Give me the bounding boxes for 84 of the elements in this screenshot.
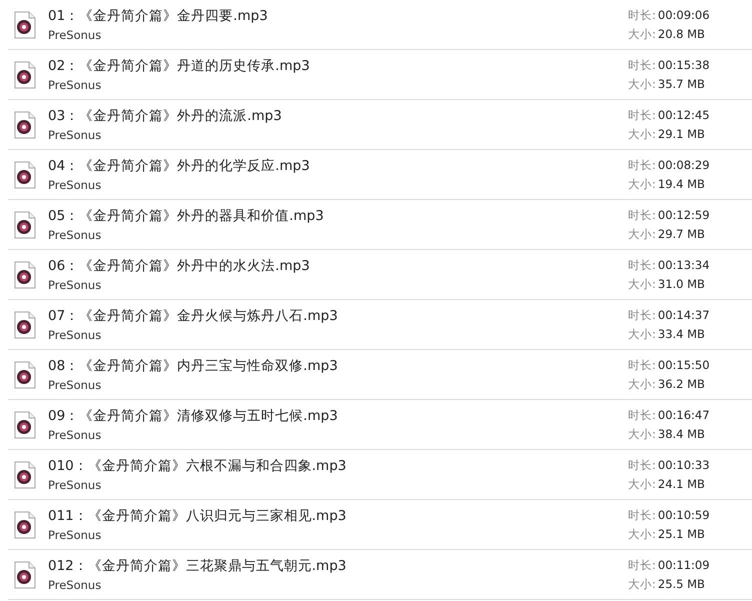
file-name[interactable]: 04：《金丹简介篇》外丹的化学反应.mp3 [48,157,628,175]
audio-file-icon [14,110,36,138]
size-value: 20.8 MB [658,26,705,42]
size-value: 36.2 MB [658,376,705,392]
size-value: 25.1 MB [658,526,705,542]
artist-name: PreSonus [48,278,102,292]
size-value: 29.7 MB [658,226,705,242]
size-label: 大小: [628,426,656,442]
duration-value: 00:14:37 [658,308,710,322]
audio-file-icon [14,160,36,188]
artist-name: PreSonus [48,78,102,92]
artist-name: PreSonus [48,328,102,342]
file-name[interactable]: 011：《金丹简介篇》八识归元与三家相见.mp3 [48,507,628,525]
size-value: 38.4 MB [658,426,705,442]
duration-value: 00:13:34 [658,258,710,272]
file-name[interactable]: 010：《金丹简介篇》六根不漏与和合四象.mp3 [48,457,628,475]
size-label: 大小: [628,26,656,42]
duration-label: 时长: [628,158,656,172]
audio-file-icon [14,560,36,588]
duration-value: 00:16:47 [658,408,710,422]
file-name[interactable]: 02：《金丹简介篇》丹道的历史传承.mp3 [48,57,628,75]
size-label: 大小: [628,76,656,92]
file-name[interactable]: 09：《金丹简介篇》清修双修与五时七候.mp3 [48,407,628,425]
size-value: 19.4 MB [658,176,705,192]
artist-name: PreSonus [48,178,102,192]
duration-value: 00:11:09 [658,558,710,572]
audio-file-icon [14,60,36,88]
audio-file-icon [14,10,36,38]
size-value: 35.7 MB [658,76,705,92]
duration-label: 时长: [628,358,656,372]
duration-value: 00:12:59 [658,208,710,222]
file-name[interactable]: 08：《金丹简介篇》内丹三宝与性命双修.mp3 [48,357,628,375]
duration-value: 00:08:29 [658,158,710,172]
size-value: 25.5 MB [658,576,705,592]
artist-name: PreSonus [48,28,102,42]
size-value: 29.1 MB [658,126,705,142]
audio-file-icon [14,260,36,288]
size-label: 大小: [628,176,656,192]
file-name[interactable]: 01：《金丹简介篇》金丹四要.mp3 [48,7,628,25]
size-label: 大小: [628,526,656,542]
duration-value: 00:10:59 [658,508,710,522]
duration-label: 时长: [628,458,656,472]
artist-name: PreSonus [48,128,102,142]
file-name[interactable]: 06：《金丹简介篇》外丹中的水火法.mp3 [48,257,628,275]
size-value: 24.1 MB [658,476,705,492]
duration-value: 00:09:06 [658,8,710,22]
artist-name: PreSonus [48,478,102,492]
file-name[interactable]: 012：《金丹简介篇》三花聚鼎与五气朝元.mp3 [48,557,628,575]
size-label: 大小: [628,476,656,492]
size-label: 大小: [628,276,656,292]
audio-file-icon [14,460,36,488]
duration-label: 时长: [628,258,656,272]
duration-value: 00:15:38 [658,58,710,72]
duration-label: 时长: [628,58,656,72]
duration-label: 时长: [628,208,656,222]
file-name[interactable]: 03：《金丹简介篇》外丹的流派.mp3 [48,107,628,125]
duration-label: 时长: [628,408,656,422]
size-label: 大小: [628,326,656,342]
audio-file-icon [14,210,36,238]
size-value: 31.0 MB [658,276,705,292]
size-label: 大小: [628,576,656,592]
size-value: 33.4 MB [658,326,705,342]
duration-value: 00:15:50 [658,358,710,372]
size-label: 大小: [628,226,656,242]
duration-label: 时长: [628,508,656,522]
audio-file-icon [14,510,36,538]
duration-value: 00:10:33 [658,458,710,472]
artist-name: PreSonus [48,228,102,242]
audio-file-icon [14,310,36,338]
artist-name: PreSonus [48,378,102,392]
duration-label: 时长: [628,558,656,572]
file-name[interactable]: 07：《金丹简介篇》金丹火候与炼丹八石.mp3 [48,307,628,325]
duration-value: 00:12:45 [658,108,710,122]
artist-name: PreSonus [48,578,102,592]
duration-label: 时长: [628,308,656,322]
audio-file-icon [14,410,36,438]
size-label: 大小: [628,126,656,142]
audio-file-icon [14,360,36,388]
artist-name: PreSonus [48,428,102,442]
duration-label: 时长: [628,108,656,122]
file-name[interactable]: 05：《金丹简介篇》外丹的器具和价值.mp3 [48,207,628,225]
artist-name: PreSonus [48,528,102,542]
duration-label: 时长: [628,8,656,22]
size-label: 大小: [628,376,656,392]
